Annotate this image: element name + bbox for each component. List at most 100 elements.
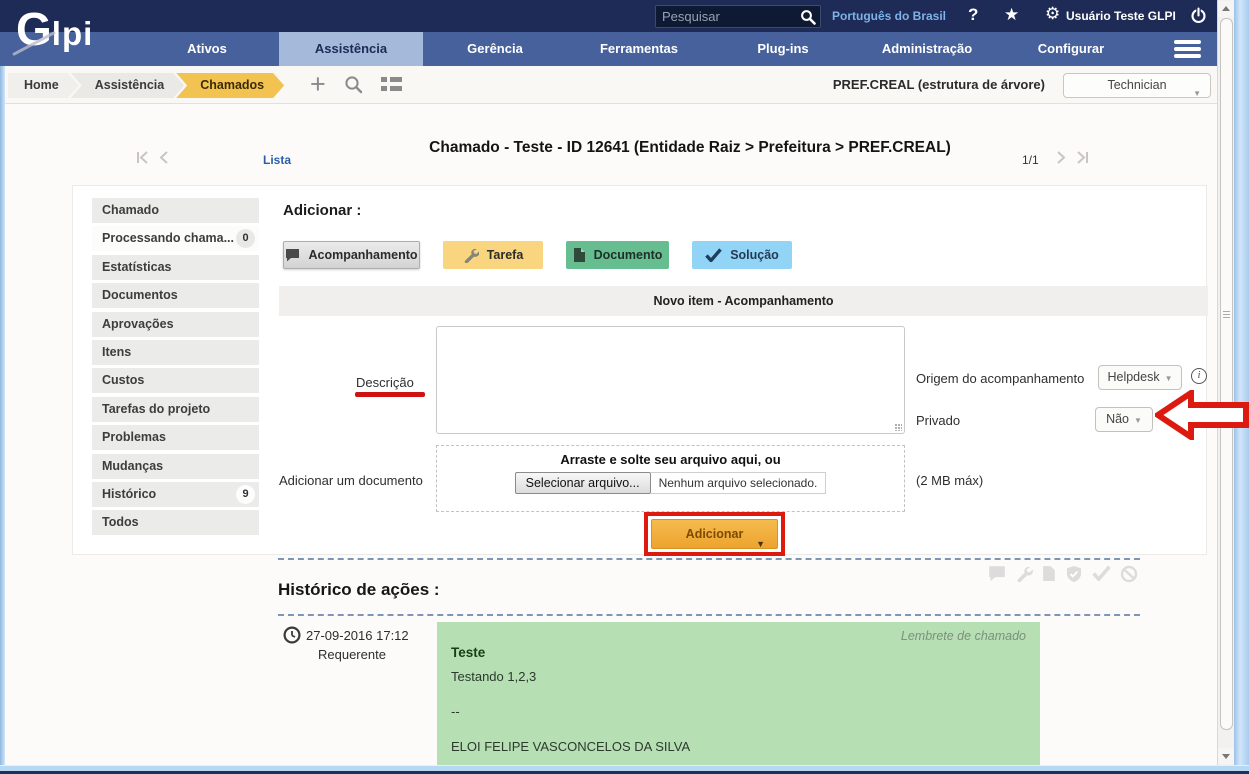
menu-assistencia[interactable]: Assistência [279, 32, 423, 66]
add-followup-button[interactable]: Acompanhamento [283, 241, 420, 269]
settings-gear-icon[interactable]: ⚙ [1045, 4, 1060, 24]
tab-aprovacoes[interactable]: Aprovações [92, 312, 259, 337]
annotation-red-underline [355, 392, 425, 397]
tab-todos[interactable]: Todos [92, 510, 259, 535]
form-header: Novo item - Acompanhamento [279, 286, 1208, 316]
bookmark-star-icon[interactable]: ★ [1004, 5, 1019, 25]
divider [278, 558, 1140, 560]
add-task-button[interactable]: Tarefa [443, 241, 543, 269]
annotation-red-arrow [1155, 390, 1249, 440]
private-label: Privado [916, 413, 960, 428]
entity-selector[interactable]: PREF.CREAL (estrutura de árvore) [833, 77, 1045, 92]
entry-title: Teste [451, 645, 1026, 660]
menu-plugins[interactable]: Plug-ins [711, 32, 855, 66]
ticket-tabs-sidebar: Chamado Processando chama...0 Estatístic… [92, 198, 259, 539]
first-page-icon[interactable] [136, 150, 150, 165]
entry-text: Testando 1,2,3 [451, 669, 1026, 684]
tab-badge: 0 [236, 229, 255, 248]
check-icon[interactable] [1092, 565, 1111, 581]
list-view-icon[interactable] [381, 77, 402, 92]
user-menu[interactable]: Usuário Teste GLPI [1066, 9, 1176, 23]
menu-ferramentas[interactable]: Ferramentas [567, 32, 711, 66]
wrench-icon [463, 247, 479, 263]
glpi-logo[interactable]: Glpi [16, 2, 93, 56]
global-search[interactable] [655, 5, 821, 28]
tab-problemas[interactable]: Problemas [92, 425, 259, 450]
description-label: Descrição [356, 375, 414, 390]
history-heading: Histórico de ações : [278, 580, 440, 600]
next-page-icon[interactable] [1056, 150, 1066, 165]
info-icon[interactable]: i [1191, 368, 1207, 384]
dropzone-title: Arraste e solte seu arquivo aqui, ou [437, 452, 904, 467]
chevron-down-icon: ▼ [1165, 374, 1173, 383]
tab-chamado[interactable]: Chamado [92, 198, 259, 223]
menu-configurar[interactable]: Configurar [999, 32, 1143, 66]
comment-icon [285, 248, 300, 262]
tab-processando-chamado[interactable]: Processando chama...0 [92, 226, 259, 251]
add-document-button[interactable]: Documento [566, 241, 669, 269]
timeline-entry[interactable]: Lembrete de chamado Teste Testando 1,2,3… [437, 622, 1040, 765]
add-solution-button[interactable]: Solução [692, 241, 792, 269]
add-ticket-icon[interactable]: + [310, 72, 326, 96]
description-textarea[interactable] [436, 326, 905, 434]
comment-icon[interactable] [988, 565, 1006, 582]
menu-gerencia[interactable]: Gerência [423, 32, 567, 66]
add-actions: Acompanhamento Tarefa Documento Solução [283, 241, 792, 269]
scroll-up-button[interactable] [1218, 1, 1234, 17]
tab-estatisticas[interactable]: Estatísticas [92, 255, 259, 280]
wrench-icon[interactable] [1015, 565, 1033, 582]
prev-page-icon[interactable] [159, 150, 169, 165]
breadcrumb-chamados[interactable]: Chamados [176, 73, 284, 98]
page-title: Chamado - Teste - ID 12641 (Entidade Rai… [400, 137, 980, 159]
clock-icon [283, 626, 301, 644]
file-dropzone[interactable]: Arraste e solte seu arquivo aqui, ou Sel… [436, 445, 905, 512]
ticket-panel: Chamado Processando chama...0 Estatístic… [72, 185, 1207, 555]
tab-tarefas-projeto[interactable]: Tarefas do projeto [92, 397, 259, 422]
breadcrumb-bar: Home Assistência Chamados + PREF.CREAL (… [0, 66, 1217, 104]
scroll-down-button[interactable] [1218, 748, 1234, 764]
private-dropdown[interactable]: Não▼ [1095, 407, 1153, 432]
origin-label: Origem do acompanhamento [916, 371, 1084, 386]
annotation-red-rectangle [644, 512, 785, 556]
chevron-down-icon: ▼ [1134, 416, 1142, 425]
document-icon[interactable] [1042, 565, 1056, 582]
title-bar: Lista Chamado - Teste - ID 12641 (Entida… [0, 104, 1217, 185]
entry-text: -- [451, 704, 1026, 719]
file-status: Nenhum arquivo selecionado. [651, 472, 827, 494]
search-icon[interactable] [800, 9, 816, 25]
scrollbar-thumb[interactable] [1220, 18, 1233, 730]
resize-grip[interactable] [895, 424, 902, 431]
tab-custos[interactable]: Custos [92, 368, 259, 393]
profile-dropdown[interactable]: Technician▼ [1063, 73, 1211, 98]
tab-documentos[interactable]: Documentos [92, 283, 259, 308]
last-page-icon[interactable] [1075, 150, 1089, 165]
window-frame-right [1234, 0, 1249, 774]
chevron-down-icon: ▼ [1193, 82, 1201, 105]
shield-check-icon[interactable] [1065, 565, 1083, 583]
logout-power-icon[interactable] [1190, 7, 1207, 24]
list-link[interactable]: Lista [263, 153, 291, 167]
search-input[interactable] [662, 7, 792, 26]
breadcrumb-home[interactable]: Home [8, 73, 79, 98]
add-heading: Adicionar : [283, 202, 361, 219]
main-menu: Ativos Assistência Gerência Ferramentas … [0, 32, 1217, 66]
menu-administracao[interactable]: Administração [855, 32, 999, 66]
language-selector[interactable]: Português do Brasil [832, 9, 946, 23]
top-bar: Português do Brasil ? ★ ⚙ Usuário Teste … [0, 0, 1217, 32]
browser-scrollbar[interactable] [1217, 0, 1234, 765]
ban-icon[interactable] [1120, 565, 1138, 583]
origin-dropdown[interactable]: Helpdesk▼ [1098, 365, 1182, 390]
help-icon[interactable]: ? [968, 5, 978, 25]
tab-itens[interactable]: Itens [92, 340, 259, 365]
entry-timestamp: 27-09-2016 17:12 [306, 628, 409, 643]
select-file-button[interactable]: Selecionar arquivo... [515, 472, 651, 494]
search-tickets-icon[interactable] [344, 75, 363, 94]
breadcrumb-assistencia[interactable]: Assistência [71, 73, 184, 98]
breadcrumb: Home Assistência Chamados [8, 73, 284, 98]
timeline-filter-icons [988, 565, 1138, 583]
hamburger-menu-icon[interactable] [1174, 37, 1201, 61]
tab-historico[interactable]: Histórico9 [92, 482, 259, 507]
tab-mudancas[interactable]: Mudanças [92, 454, 259, 479]
menu-ativos[interactable]: Ativos [135, 32, 279, 66]
entry-type-label: Lembrete de chamado [451, 629, 1026, 643]
